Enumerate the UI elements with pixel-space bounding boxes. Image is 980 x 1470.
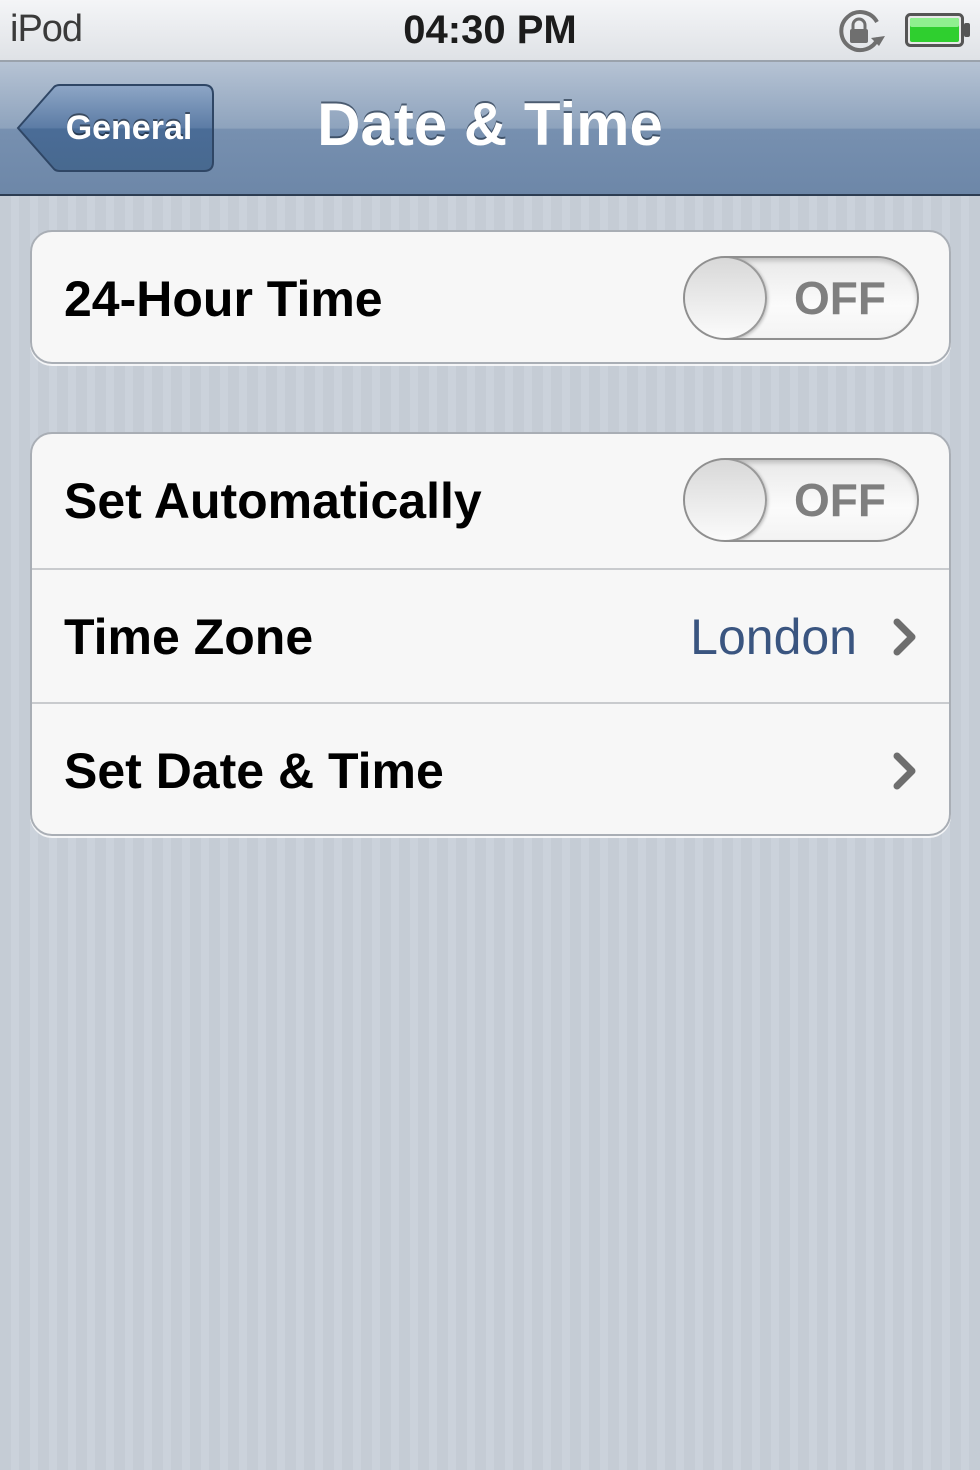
row-label-set-date-time: Set Date & Time: [64, 743, 444, 799]
chevron-right-icon: [893, 618, 916, 656]
page-title: Date & Time: [317, 91, 663, 158]
toggle-state-label: OFF: [794, 474, 886, 526]
toggle-knob[interactable]: [685, 460, 767, 540]
row-set-automatically: Set Automatically OFF: [32, 434, 949, 568]
row-time-zone[interactable]: Time Zone London: [32, 568, 949, 702]
toggle-24-hour-time[interactable]: OFF: [683, 256, 919, 340]
rotation-lock-icon: [839, 10, 885, 53]
settings-group-time-format: 24-Hour Time OFF: [30, 230, 951, 364]
row-label-set-automatically: Set Automatically: [64, 473, 482, 529]
toggle-state-label: OFF: [794, 272, 886, 324]
battery-icon: [905, 13, 970, 47]
toggle-set-automatically[interactable]: OFF: [683, 458, 919, 542]
row-set-date-time[interactable]: Set Date & Time: [32, 702, 949, 834]
status-bar: iPod 04:30 PM: [0, 0, 980, 62]
toggle-knob[interactable]: [685, 258, 767, 338]
time-zone-value: London: [690, 609, 857, 665]
settings-group-date-time: Set Automatically OFF Time Zone London S…: [30, 432, 951, 836]
row-24-hour-time: 24-Hour Time OFF: [32, 232, 949, 362]
chevron-right-icon: [893, 752, 916, 790]
navigation-bar: General Date & Time: [0, 62, 980, 196]
row-label-time-zone: Time Zone: [64, 609, 314, 665]
row-label-24-hour-time: 24-Hour Time: [64, 271, 383, 327]
